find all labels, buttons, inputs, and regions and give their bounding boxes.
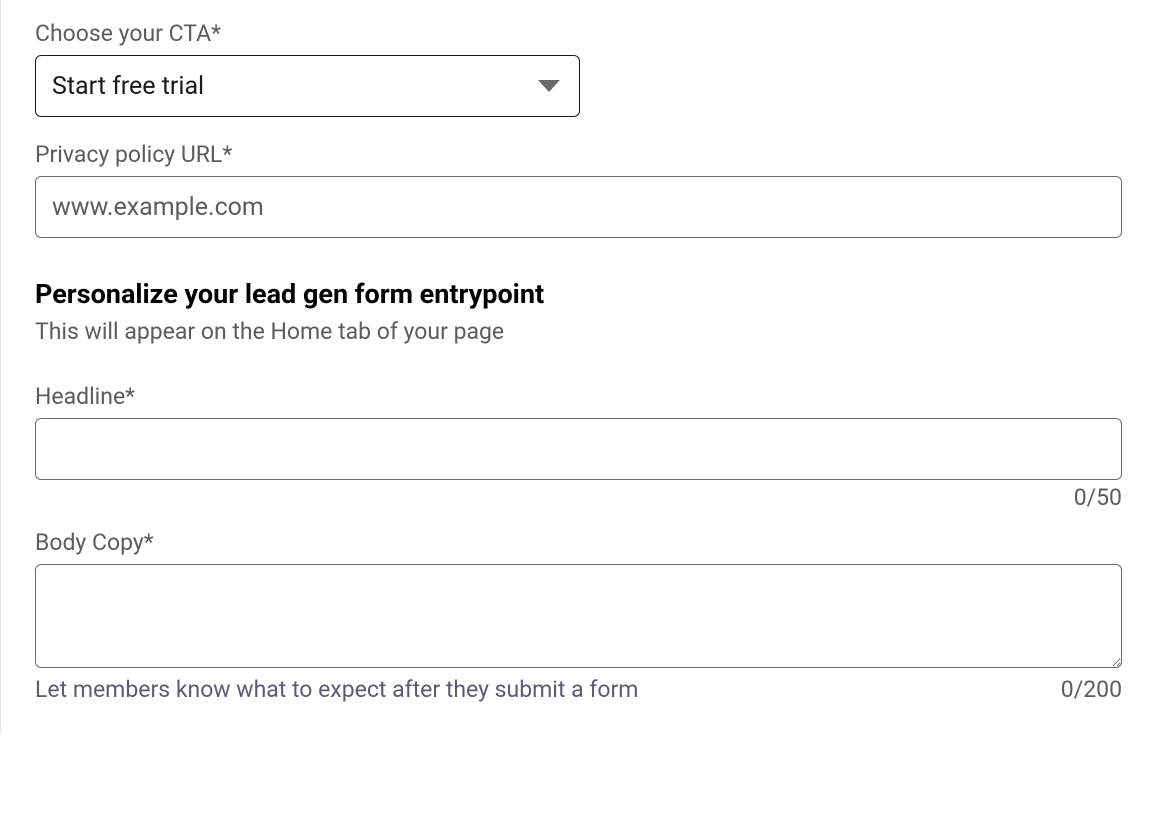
section-title: Personalize your lead gen form entrypoin…	[35, 278, 1122, 310]
privacy-url-field: Privacy policy URL*	[35, 141, 1122, 238]
cta-label: Choose your CTA*	[35, 20, 1122, 47]
cta-field: Choose your CTA* Start free trial	[35, 20, 1122, 117]
headline-label: Headline*	[35, 383, 1122, 410]
body-copy-textarea[interactable]	[35, 564, 1122, 668]
headline-counter-row: 0/50	[35, 484, 1122, 511]
headline-field: Headline* 0/50	[35, 383, 1122, 511]
headline-input[interactable]	[35, 418, 1122, 480]
cta-select-value: Start free trial	[52, 72, 204, 101]
body-copy-footer: Let members know what to expect after th…	[35, 676, 1122, 703]
body-copy-counter: 0/200	[1061, 676, 1122, 703]
body-copy-helper: Let members know what to expect after th…	[35, 676, 638, 703]
cta-select-wrap: Start free trial	[35, 55, 580, 117]
body-copy-field: Body Copy* Let members know what to expe…	[35, 529, 1122, 703]
privacy-url-label: Privacy policy URL*	[35, 141, 1122, 168]
headline-counter: 0/50	[1074, 484, 1122, 511]
body-copy-label: Body Copy*	[35, 529, 1122, 556]
privacy-url-input[interactable]	[35, 176, 1122, 238]
cta-select[interactable]: Start free trial	[35, 55, 580, 117]
section-subtitle: This will appear on the Home tab of your…	[35, 318, 1122, 345]
